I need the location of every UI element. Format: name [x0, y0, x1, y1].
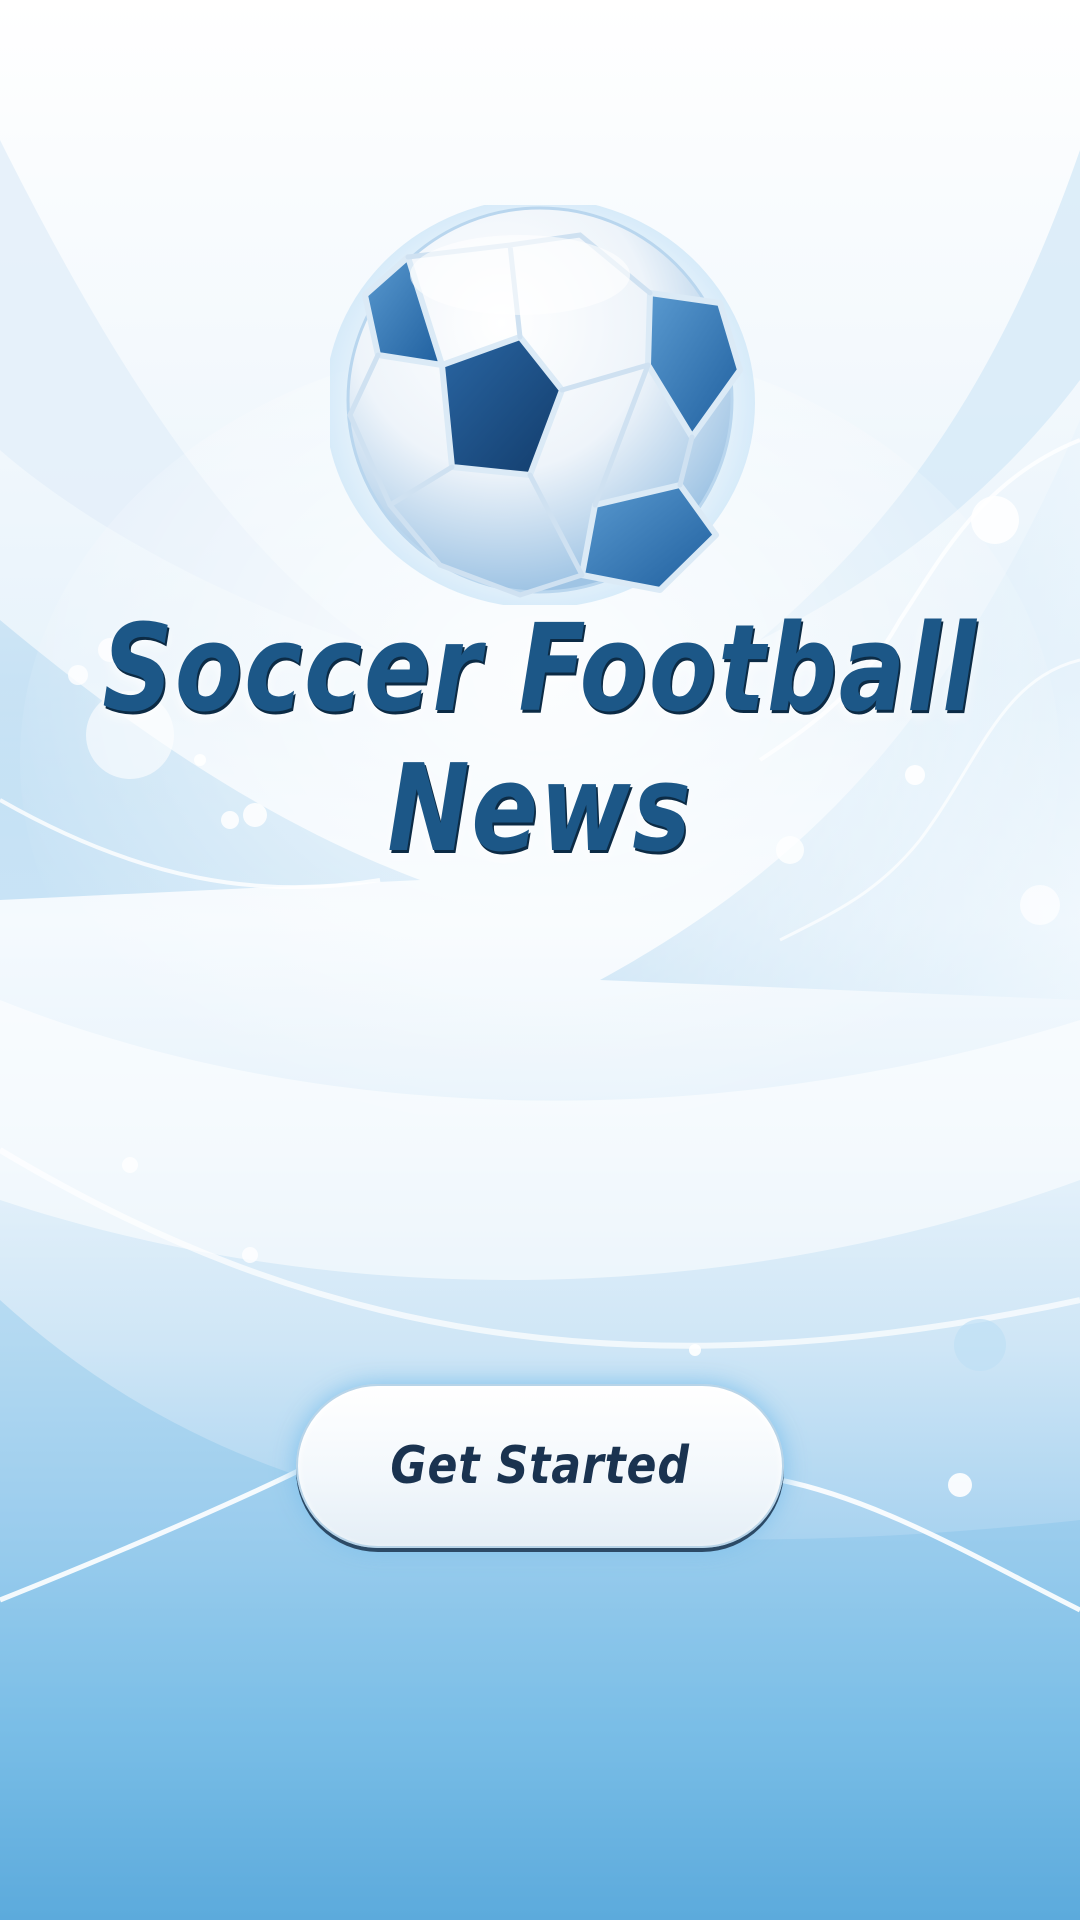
soccer-ball-icon [325, 198, 760, 608]
get-started-button[interactable]: Get Started [296, 1384, 784, 1548]
app-title-line-2: News [387, 740, 693, 879]
app-title: Soccer Football News [97, 600, 983, 880]
app-title-line-1: Soccer Football [102, 600, 978, 739]
splash-screen: Soccer Football News Get Started [0, 0, 1080, 1920]
get-started-label: Get Started [390, 1436, 690, 1496]
